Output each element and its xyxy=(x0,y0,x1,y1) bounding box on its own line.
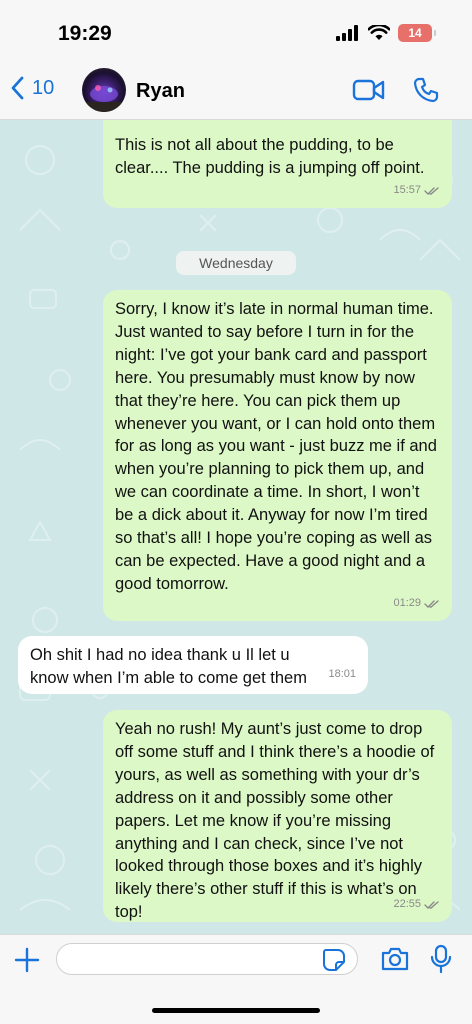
message-time: 01:29 xyxy=(393,592,440,615)
battery-indicator: 14 xyxy=(398,24,436,42)
message-bubble-outgoing[interactable]: Sorry, I know it’s late in normal human … xyxy=(103,290,452,621)
cellular-signal-icon xyxy=(336,25,358,41)
unread-count: 10 xyxy=(32,76,55,99)
read-receipt-icon xyxy=(424,186,439,195)
status-icons: 14 xyxy=(336,24,436,42)
back-chevron-icon xyxy=(11,76,24,100)
message-timestamp: 22:55 xyxy=(393,898,421,911)
chat-area[interactable]: This is not all about the pudding, to be… xyxy=(0,120,472,934)
home-indicator[interactable] xyxy=(152,1008,320,1013)
avatar[interactable] xyxy=(82,68,126,112)
message-text: Yeah no rush! My aunt’s just come to dro… xyxy=(115,720,435,922)
chat-header: 10 Ryan xyxy=(0,60,472,120)
plus-icon[interactable] xyxy=(14,947,40,973)
message-timestamp: 01:29 xyxy=(393,597,421,610)
day-separator: Wednesday xyxy=(176,251,296,275)
message-time: 18:01 xyxy=(328,663,356,686)
message-bubble-outgoing[interactable]: This is not all about the pudding, to be… xyxy=(103,120,452,208)
status-bar: 19:29 14 xyxy=(0,0,472,60)
video-call-icon[interactable] xyxy=(352,78,386,102)
read-receipt-icon xyxy=(424,900,439,909)
read-receipt-icon xyxy=(424,599,439,608)
avatar-image xyxy=(82,85,126,112)
camera-icon[interactable] xyxy=(380,946,410,972)
wifi-icon xyxy=(368,25,390,40)
message-timestamp: 18:01 xyxy=(328,668,356,681)
message-text: Oh shit I had no idea thank u Il let u k… xyxy=(30,646,307,687)
message-text: This is not all about the pudding, to be… xyxy=(115,136,425,177)
phone-icon[interactable] xyxy=(412,76,440,104)
mic-icon[interactable] xyxy=(430,944,452,974)
message-text: Sorry, I know it’s late in normal human … xyxy=(115,300,437,593)
message-bubble-outgoing[interactable]: Yeah no rush! My aunt’s just come to dro… xyxy=(103,710,452,922)
message-time: 22:55 xyxy=(393,893,440,916)
sticker-icon[interactable] xyxy=(322,948,346,972)
back-button[interactable]: 10 xyxy=(10,76,54,100)
message-time: 15:57 xyxy=(393,179,440,202)
contact-name[interactable]: Ryan xyxy=(136,80,185,103)
message-bubble-incoming[interactable]: Oh shit I had no idea thank u Il let u k… xyxy=(18,636,368,694)
status-time: 19:29 xyxy=(58,22,112,45)
message-input[interactable] xyxy=(56,943,358,975)
message-timestamp: 15:57 xyxy=(393,184,421,197)
